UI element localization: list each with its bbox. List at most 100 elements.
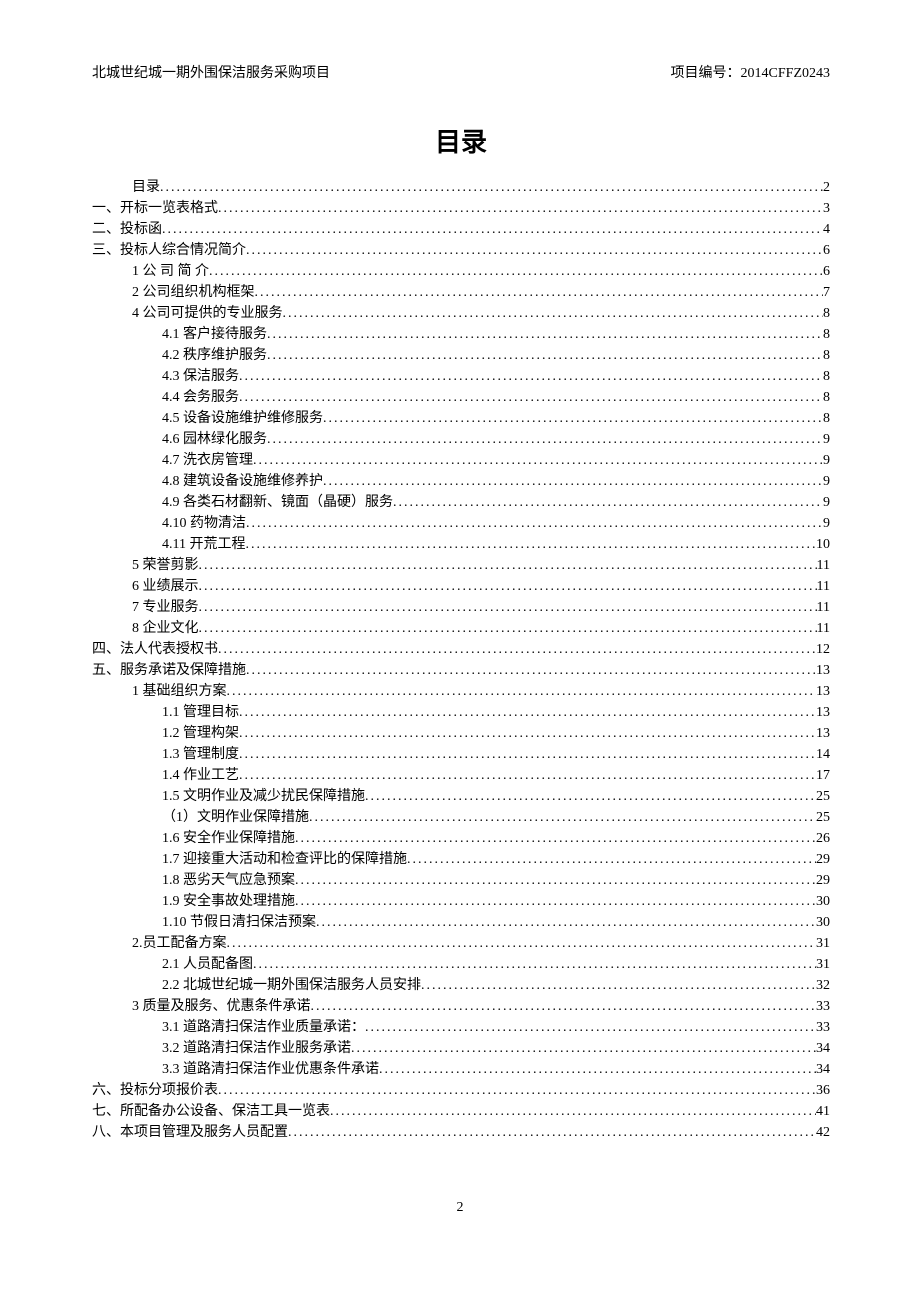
toc-entry: 3 质量及服务、优惠条件承诺33: [92, 996, 830, 1017]
toc-entry: 3.3 道路清扫保洁作业优惠条件承诺 34: [92, 1059, 830, 1080]
toc-entry-label: 2.员工配备方案: [132, 933, 227, 954]
toc-entry-page: 6: [823, 261, 830, 282]
toc-entry-label: （1）文明作业保障措施: [162, 807, 309, 828]
toc-entry-page: 30: [816, 891, 830, 912]
toc-leader-dots: [239, 765, 816, 786]
toc-entry: 4.4 会务服务8: [92, 387, 830, 408]
toc-entry-label: 6 业绩展示: [132, 576, 199, 597]
toc-leader-dots: [209, 261, 823, 282]
toc-entry: 二、投标函4: [92, 219, 830, 240]
toc-entry-page: 17: [816, 765, 830, 786]
toc-leader-dots: [351, 1038, 816, 1059]
toc-entry-page: 6: [823, 240, 830, 261]
toc-entry-page: 11: [817, 618, 830, 639]
toc-entry-page: 7: [823, 282, 830, 303]
toc-entry: 4.9 各类石材翻新、镜面（晶硬）服务9: [92, 492, 830, 513]
toc-entry-label: 1.7 迎接重大活动和检查评比的保障措施: [162, 849, 407, 870]
page-number: 2: [0, 1200, 920, 1216]
table-of-contents: 目录2一、开标一览表格式3二、投标函4三、投标人综合情况简介61 公 司 简 介…: [92, 177, 830, 1143]
toc-entry-page: 34: [816, 1038, 830, 1059]
toc-entry: 1.7 迎接重大活动和检查评比的保障措施29: [92, 849, 830, 870]
toc-entry: 4.2 秩序维护服务8: [92, 345, 830, 366]
toc-entry-page: 31: [816, 933, 830, 954]
toc-entry-page: 31: [816, 954, 830, 975]
toc-entry-label: 4.6 园林绿化服务: [162, 429, 267, 450]
toc-entry-label: 3.2 道路清扫保洁作业服务承诺: [162, 1038, 351, 1059]
toc-leader-dots: [199, 618, 817, 639]
toc-entry: 5 荣誉剪影11: [92, 555, 830, 576]
toc-entry-page: 8: [823, 345, 830, 366]
toc-entry-label: 1.2 管理构架: [162, 723, 239, 744]
toc-entry: 2.员工配备方案 31: [92, 933, 830, 954]
toc-leader-dots: [246, 513, 823, 534]
toc-entry-page: 8: [823, 324, 830, 345]
toc-leader-dots: [365, 786, 816, 807]
toc-entry-label: 1 公 司 简 介: [132, 261, 209, 282]
toc-entry-page: 36: [816, 1080, 830, 1101]
toc-leader-dots: [227, 681, 817, 702]
toc-leader-dots: [239, 366, 823, 387]
toc-entry-label: 二、投标函: [92, 219, 162, 240]
toc-entry-label: 4.10 药物清洁: [162, 513, 246, 534]
toc-leader-dots: [295, 828, 816, 849]
toc-entry-page: 33: [816, 1017, 830, 1038]
toc-leader-dots: [288, 1122, 816, 1143]
toc-entry: 1.3 管理制度14: [92, 744, 830, 765]
toc-entry-label: 一、开标一览表格式: [92, 198, 218, 219]
toc-entry-label: 4.9 各类石材翻新、镜面（晶硬）服务: [162, 492, 393, 513]
toc-leader-dots: [283, 303, 824, 324]
toc-entry-label: 4.11 开荒工程: [162, 534, 245, 555]
toc-leader-dots: [330, 1101, 816, 1122]
toc-entry-page: 12: [816, 639, 830, 660]
toc-leader-dots: [199, 576, 817, 597]
header-right: 项目编号：2014CFFZ0243: [671, 62, 830, 82]
toc-entry-page: 13: [816, 723, 830, 744]
toc-leader-dots: [246, 660, 816, 681]
toc-leader-dots: [245, 534, 816, 555]
header-right-value: 2014CFFZ0243: [741, 66, 830, 81]
toc-entry-page: 8: [823, 408, 830, 429]
toc-entry-page: 9: [823, 471, 830, 492]
toc-entry-page: 29: [816, 870, 830, 891]
toc-entry: 3.1 道路清扫保洁作业质量承诺：33: [92, 1017, 830, 1038]
toc-entry-label: 3.3 道路清扫保洁作业优惠条件承诺: [162, 1059, 379, 1080]
toc-entry-page: 9: [823, 513, 830, 534]
toc-entry: 2.2 北城世纪城一期外围保洁服务人员安排32: [92, 975, 830, 996]
toc-entry: 4.1 客户接待服务 8: [92, 324, 830, 345]
toc-leader-dots: [218, 198, 823, 219]
toc-entry: 三、投标人综合情况简介6: [92, 240, 830, 261]
toc-entry-label: 1.6 安全作业保障措施: [162, 828, 295, 849]
toc-entry-label: 四、法人代表授权书: [92, 639, 218, 660]
toc-leader-dots: [421, 975, 816, 996]
toc-entry-label: 八、本项目管理及服务人员配置: [92, 1122, 288, 1143]
toc-entry-label: 5 荣誉剪影: [132, 555, 199, 576]
toc-entry-page: 3: [823, 198, 830, 219]
toc-entry: 3.2 道路清扫保洁作业服务承诺 34: [92, 1038, 830, 1059]
toc-entry-page: 8: [823, 303, 830, 324]
document-header: 北城世纪城一期外围保洁服务采购项目 项目编号：2014CFFZ0243: [92, 62, 830, 82]
toc-entry-page: 10: [816, 534, 830, 555]
toc-entry-page: 25: [816, 786, 830, 807]
toc-entry-page: 32: [816, 975, 830, 996]
toc-entry: 4.3 保洁服务8: [92, 366, 830, 387]
toc-entry: 4.6 园林绿化服务9: [92, 429, 830, 450]
toc-entry-page: 9: [823, 450, 830, 471]
toc-entry-page: 8: [823, 366, 830, 387]
header-left: 北城世纪城一期外围保洁服务采购项目: [92, 62, 330, 82]
toc-entry: 1 公 司 简 介 6: [92, 261, 830, 282]
toc-leader-dots: [323, 471, 823, 492]
toc-entry-label: 1.10 节假日清扫保洁预案: [162, 912, 316, 933]
toc-leader-dots: [311, 996, 817, 1017]
toc-entry: 1.8 恶劣天气应急预案 29: [92, 870, 830, 891]
toc-leader-dots: [160, 177, 823, 198]
toc-entry-label: 4.1 客户接待服务: [162, 324, 267, 345]
toc-entry-page: 33: [816, 996, 830, 1017]
toc-entry-label: 2 公司组织机构框架: [132, 282, 255, 303]
toc-entry-label: 4.5 设备设施维护维修服务: [162, 408, 323, 429]
toc-entry-page: 11: [817, 597, 830, 618]
toc-leader-dots: [239, 702, 816, 723]
toc-entry-page: 34: [816, 1059, 830, 1080]
toc-entry: 2 公司组织机构框架 7: [92, 282, 830, 303]
toc-entry-label: 1.8 恶劣天气应急预案: [162, 870, 295, 891]
toc-entry-label: 2.1 人员配备图: [162, 954, 253, 975]
